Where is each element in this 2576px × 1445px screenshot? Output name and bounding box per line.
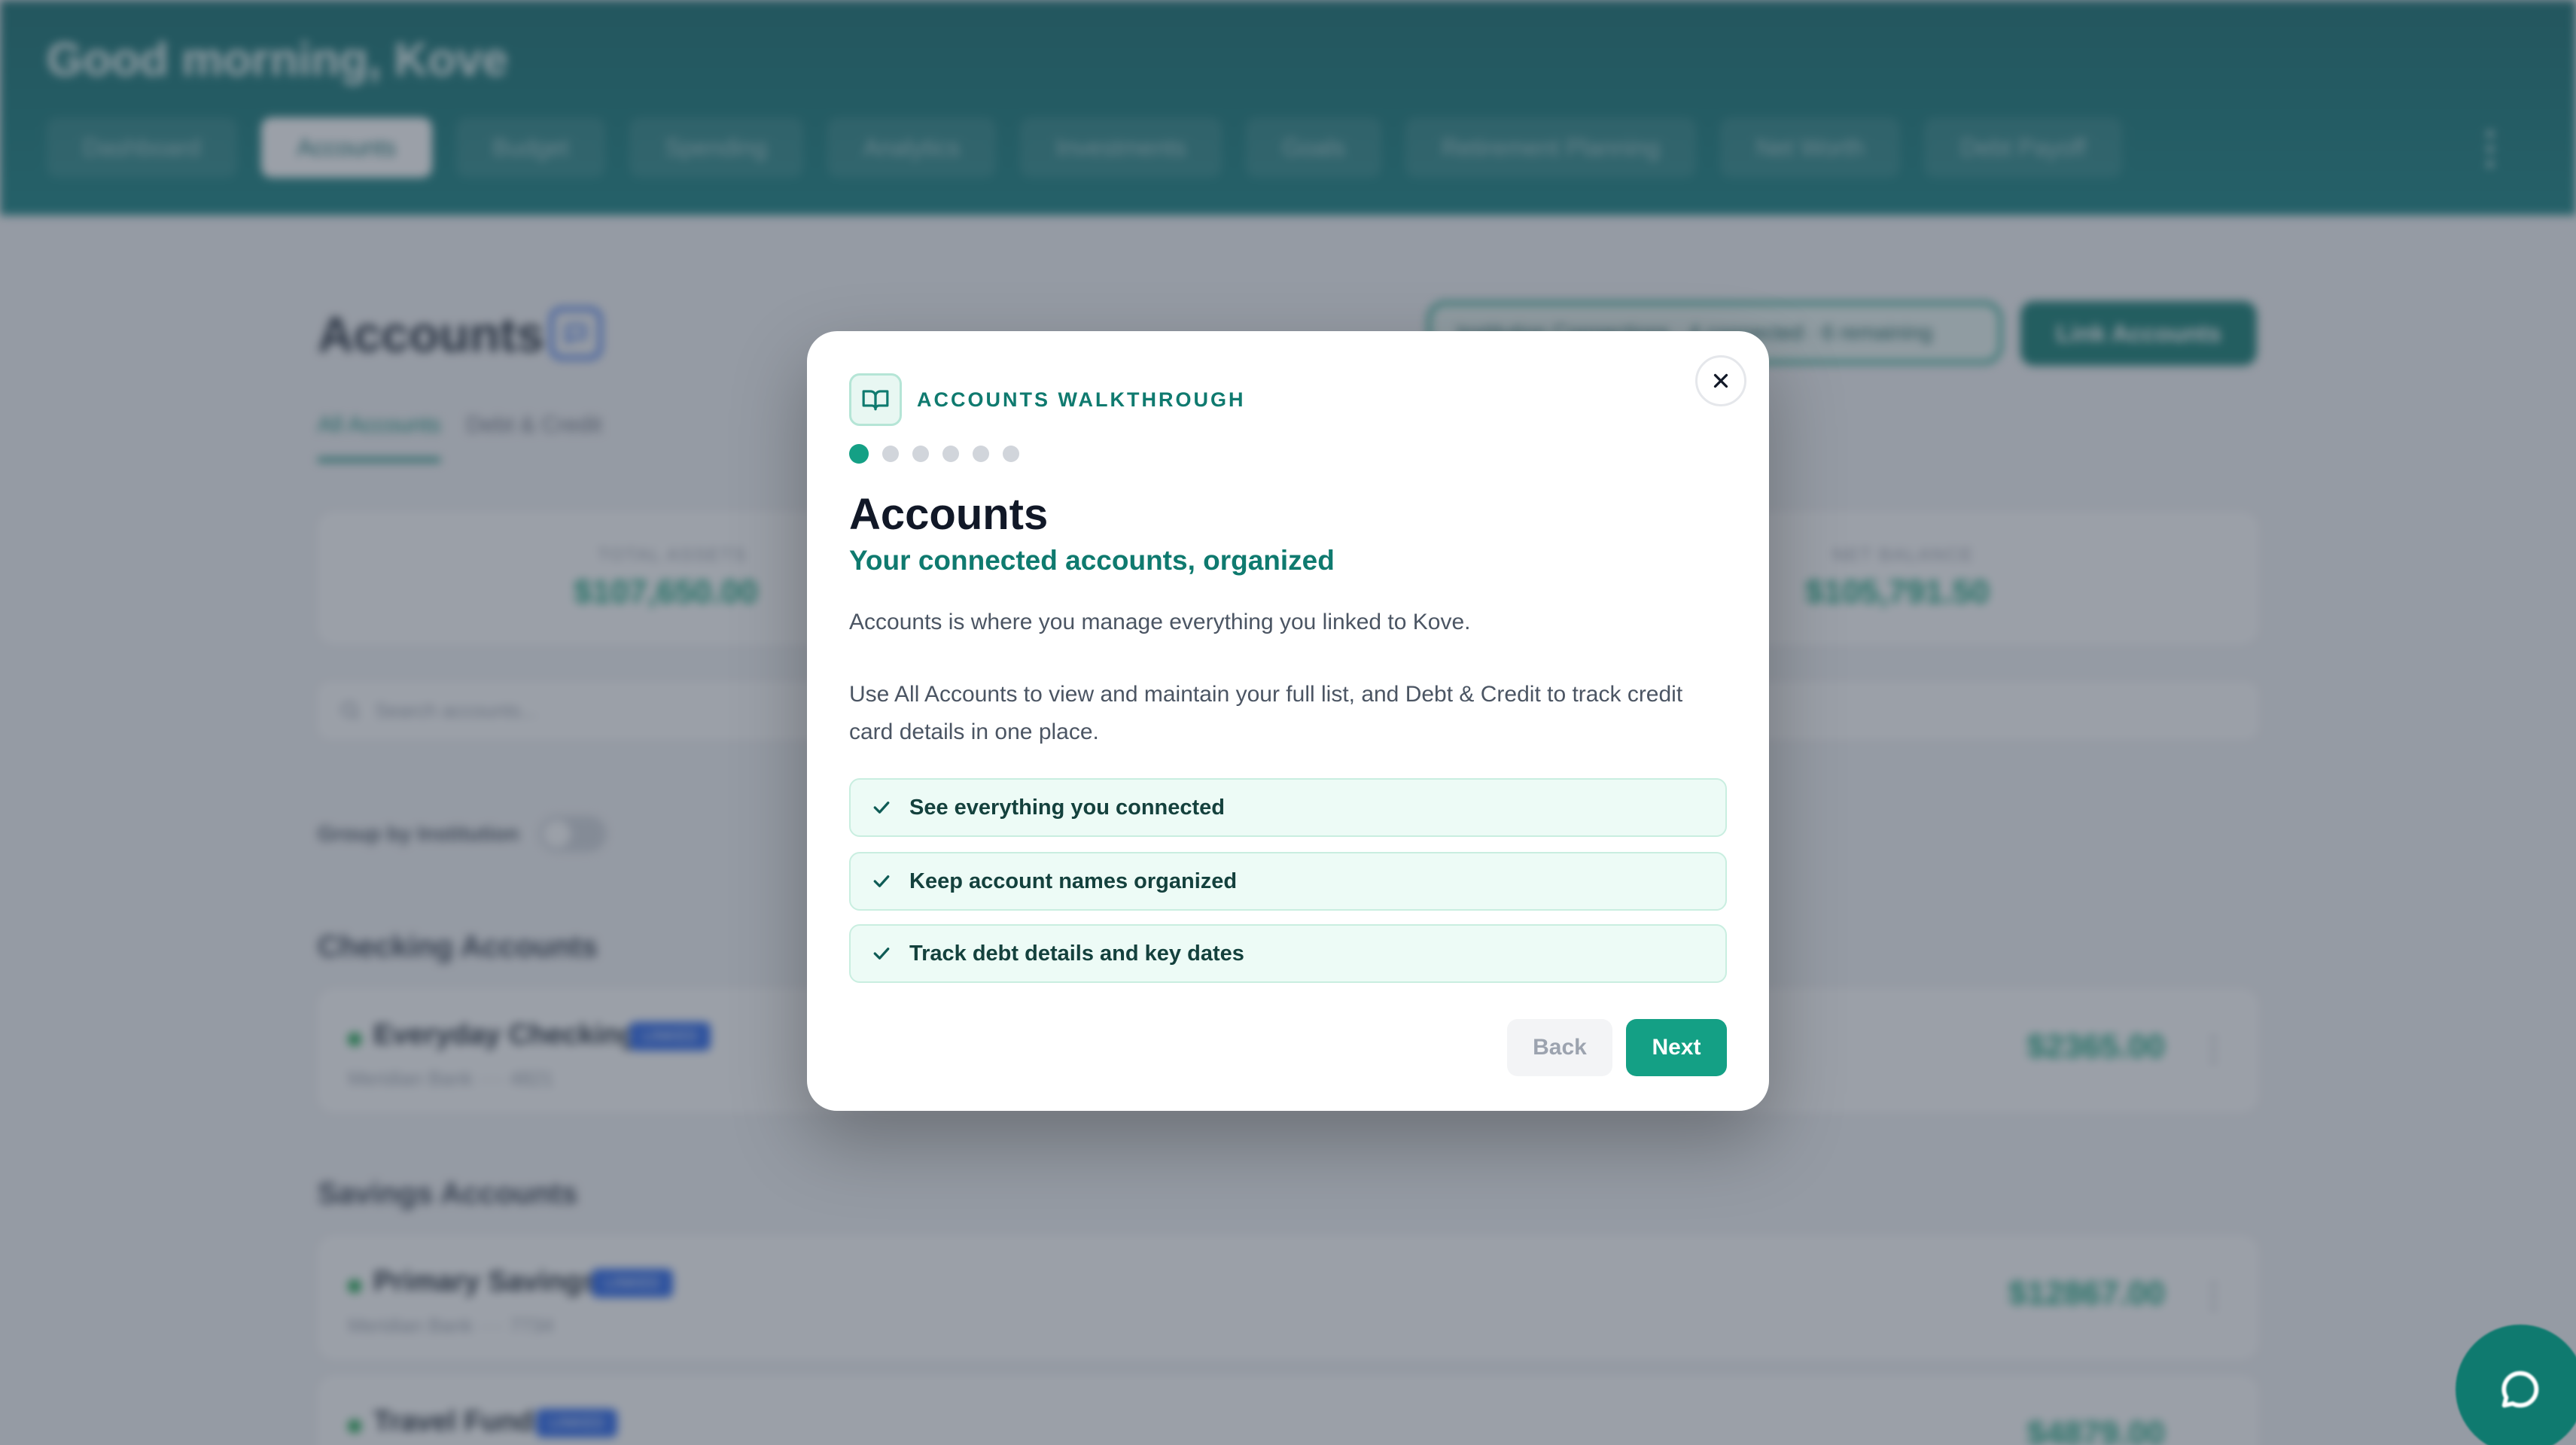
app-root: Good morning, Kove Dashboard Accounts Bu… <box>0 0 2576 1445</box>
feature-item: Keep account names organized <box>849 852 1727 911</box>
step-dot[interactable] <box>882 446 899 462</box>
close-button[interactable] <box>1695 355 1746 406</box>
close-icon <box>1713 373 1728 388</box>
feature-item: See everything you connected <box>849 778 1727 837</box>
feature-text: Keep account names organized <box>909 869 1238 893</box>
feature-text: Track debt details and key dates <box>909 941 1244 966</box>
check-icon <box>873 802 890 814</box>
step-dot-current[interactable] <box>849 444 869 464</box>
book-open-icon <box>849 373 902 426</box>
message-circle-icon <box>2501 1370 2539 1408</box>
back-button[interactable]: Back <box>1507 1019 1612 1076</box>
step-dot[interactable] <box>1003 446 1019 462</box>
check-icon <box>873 948 890 960</box>
step-dot[interactable] <box>912 446 929 462</box>
feature-item: Track debt details and key dates <box>849 924 1727 983</box>
walkthrough-label: ACCOUNTS WALKTHROUGH <box>917 388 1246 411</box>
step-dot[interactable] <box>942 446 959 462</box>
check-icon <box>873 875 890 887</box>
walkthrough-modal: ACCOUNTS WALKTHROUGH Accounts Your conne… <box>807 331 1769 1111</box>
step-dot[interactable] <box>973 446 989 462</box>
modal-description-detail: Use All Accounts to view and maintain yo… <box>849 682 1683 744</box>
modal-title: Accounts <box>849 490 1049 539</box>
step-indicator <box>849 444 1019 464</box>
next-button[interactable]: Next <box>1626 1019 1727 1076</box>
modal-subtitle: Your connected accounts, organized <box>849 545 1335 576</box>
modal-description: Accounts is where you manage everything … <box>849 610 1471 634</box>
feature-text: See everything you connected <box>909 795 1226 820</box>
